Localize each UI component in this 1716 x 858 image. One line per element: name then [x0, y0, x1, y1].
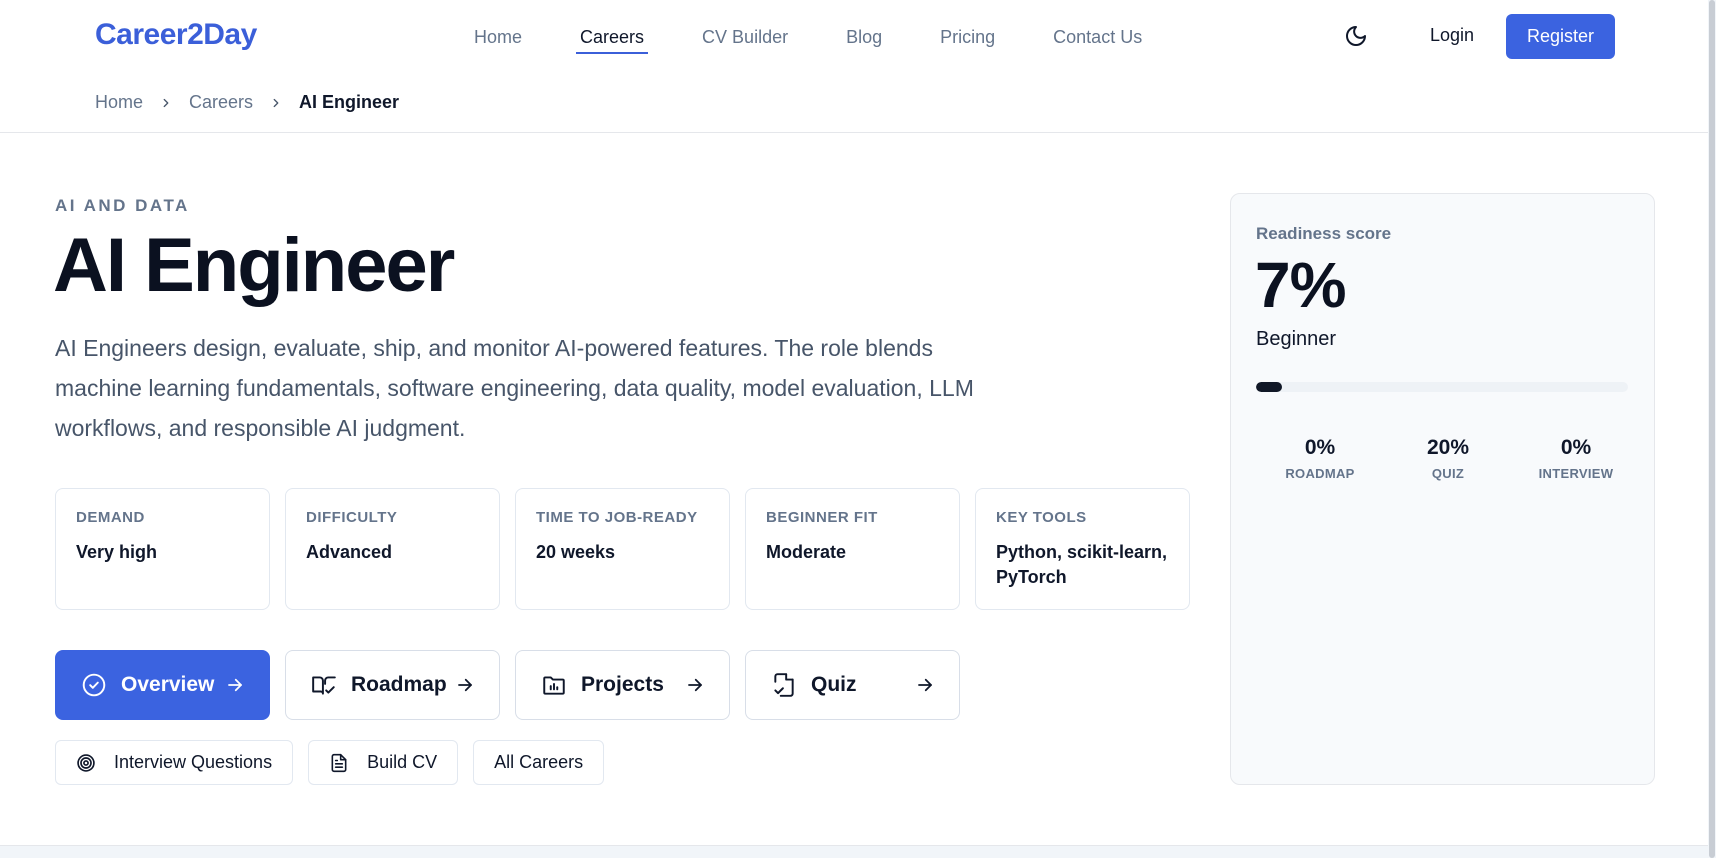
tab-projects[interactable]: Projects [515, 650, 730, 720]
tab-label: Projects [581, 673, 664, 696]
file-check-icon [771, 672, 797, 698]
stat-card-demand: DEMAND Very high [55, 488, 270, 610]
nav-item-pricing[interactable]: Pricing [936, 23, 999, 52]
career-category: AI AND DATA [55, 196, 190, 215]
main-nav: Home Careers CV Builder Blog Pricing Con… [470, 0, 1196, 74]
tab-label: Roadmap [351, 673, 447, 696]
readiness-label: Readiness score [1256, 224, 1392, 243]
nav-item-contact-us[interactable]: Contact Us [1049, 23, 1146, 52]
stat-card-key-tools: KEY TOOLS Python, scikit-learn, PyTorch [975, 488, 1190, 610]
chevron-right-icon [159, 96, 173, 110]
breadcrumb-careers[interactable]: Careers [189, 92, 253, 113]
breadcrumb: Home Careers AI Engineer [95, 92, 399, 113]
stat-value: Moderate [766, 542, 847, 562]
arrow-right-icon [226, 676, 244, 694]
all-careers-button[interactable]: All Careers [473, 740, 605, 785]
tab-roadmap[interactable]: Roadmap [285, 650, 500, 720]
stat-label: DEMAND [76, 509, 145, 526]
scrollbar-thumb[interactable] [1709, 0, 1715, 858]
interview-questions-button[interactable]: Interview Questions [55, 740, 294, 785]
tab-label: Overview [121, 673, 215, 696]
breadcrumb-current: AI Engineer [299, 92, 400, 112]
top-navbar: Career2Day Home Careers CV Builder Blog … [0, 0, 1716, 74]
stat-value: Python, scikit-learn, PyTorch [996, 542, 1168, 587]
page-title: AI Engineer [53, 223, 455, 308]
readiness-breakdown: 0% ROADMAP 20% QUIZ 0% INTERVIEW [1256, 436, 1641, 481]
nav-item-home[interactable]: Home [470, 23, 526, 52]
tab-overview[interactable]: Overview [55, 650, 270, 720]
breakdown-value: 20% [1426, 436, 1470, 459]
nav-item-blog[interactable]: Blog [842, 23, 886, 52]
chevron-right-icon [269, 96, 283, 110]
document-icon [329, 753, 349, 773]
nav-item-cv-builder[interactable]: CV Builder [698, 23, 792, 52]
breakdown-roadmap: 0% ROADMAP [1256, 436, 1384, 481]
link-label: Interview Questions [114, 752, 273, 772]
stat-card-time-to-job-ready: TIME TO JOB-READY 20 weeks [515, 488, 730, 610]
stat-card-difficulty: DIFFICULTY Advanced [285, 488, 500, 610]
breakdown-label: ROADMAP [1285, 466, 1355, 481]
check-circle-icon [81, 672, 107, 698]
tab-label: Quiz [811, 673, 857, 696]
arrow-right-icon [456, 676, 474, 694]
career-stats: DEMAND Very high DIFFICULTY Advanced TIM… [55, 488, 1190, 610]
breakdown-label: QUIZ [1431, 466, 1465, 481]
readiness-level: Beginner [1256, 328, 1337, 350]
login-link[interactable]: Login [1430, 25, 1474, 46]
tab-quiz[interactable]: Quiz [745, 650, 960, 720]
folder-chart-icon [541, 672, 567, 698]
footer-edge [0, 845, 1708, 858]
arrow-right-icon [686, 676, 704, 694]
moon-icon[interactable] [1344, 24, 1368, 48]
stat-value: Advanced [306, 542, 393, 562]
book-open-icon [311, 672, 337, 698]
stat-value: 20 weeks [536, 542, 616, 562]
stat-label: TIME TO JOB-READY [536, 509, 698, 526]
career-description: AI Engineers design, evaluate, ship, and… [55, 335, 974, 441]
readiness-score: 7% [1255, 249, 1346, 321]
stat-card-beginner-fit: BEGINNER FIT Moderate [745, 488, 960, 610]
brand-logo[interactable]: Career2Day [95, 18, 257, 52]
link-label: Build CV [367, 752, 438, 772]
stat-label: DIFFICULTY [306, 509, 398, 526]
readiness-panel: Readiness score 7% Beginner 0% ROADMAP 2… [1230, 193, 1655, 785]
register-button[interactable]: Register [1506, 14, 1615, 59]
readiness-progress-bar [1256, 382, 1628, 392]
breakdown-interview: 0% INTERVIEW [1512, 436, 1640, 481]
breakdown-value: 0% [1560, 436, 1592, 459]
secondary-links: Interview Questions Build CV All Careers [55, 740, 605, 785]
breakdown-quiz: 20% QUIZ [1384, 436, 1512, 481]
breakdown-label: INTERVIEW [1538, 466, 1614, 481]
stat-label: BEGINNER FIT [766, 509, 878, 526]
header-divider [0, 132, 1708, 133]
arrow-right-icon [916, 676, 934, 694]
stat-value: Very high [76, 542, 158, 562]
nav-item-careers[interactable]: Careers [576, 23, 649, 54]
readiness-progress-fill [1256, 382, 1283, 392]
page-scrollbar[interactable] [1708, 0, 1716, 858]
breadcrumb-home[interactable]: Home [95, 92, 143, 113]
link-label: All Careers [494, 752, 584, 772]
career-tabs: Overview Roadmap Projects Quiz [55, 650, 960, 720]
stat-label: KEY TOOLS [996, 509, 1087, 526]
breakdown-value: 0% [1304, 436, 1336, 459]
build-cv-button[interactable]: Build CV [308, 740, 459, 785]
target-icon [76, 753, 96, 773]
